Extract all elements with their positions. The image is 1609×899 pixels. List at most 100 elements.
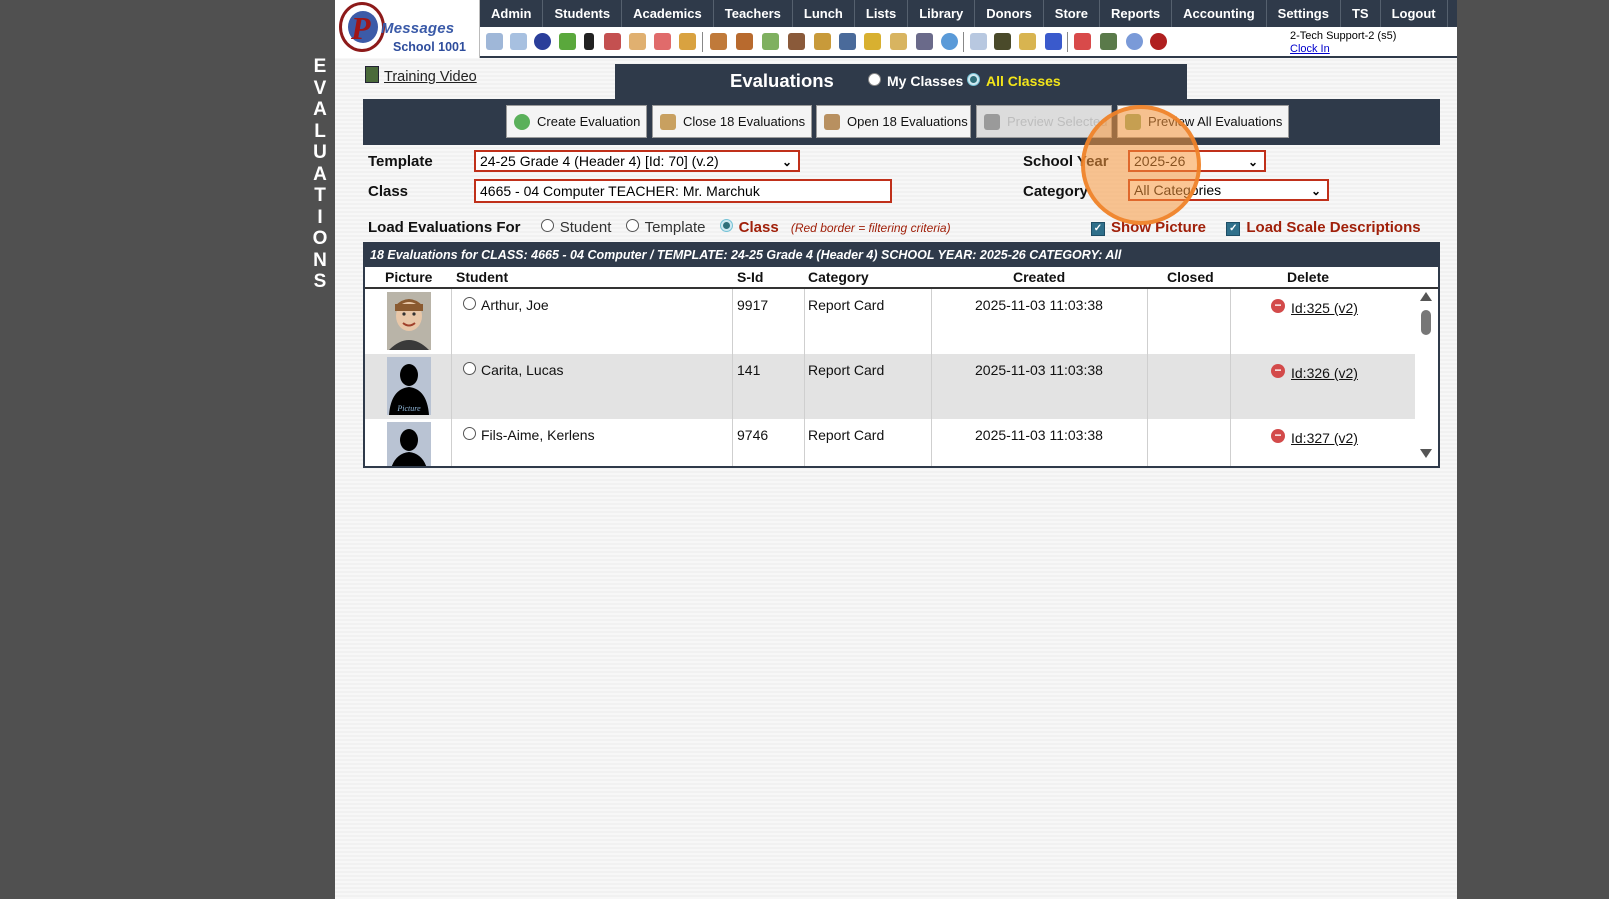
main-nav: Admin Students Academics Teachers Lunch … <box>480 0 1457 27</box>
load-scale-checkbox[interactable]: ✓ <box>1226 222 1241 236</box>
preview-selected-button[interactable]: Preview Selected <box>976 105 1112 138</box>
nav-lunch[interactable]: Lunch <box>793 0 855 27</box>
nav-academics[interactable]: Academics <box>622 0 714 27</box>
nav-admin[interactable]: Admin <box>480 0 544 27</box>
grid-icon[interactable] <box>510 33 527 50</box>
nav-ts[interactable]: TS <box>1341 0 1381 27</box>
power-icon[interactable] <box>1150 33 1167 50</box>
preview-all-button[interactable]: Preview All Evaluations <box>1117 105 1289 138</box>
delete-icon[interactable]: − <box>1271 429 1285 443</box>
class-select[interactable]: 4665 - 04 Computer TEACHER: Mr. Marchuk <box>474 179 892 203</box>
show-picture-checkbox[interactable]: ✓ <box>1091 222 1105 236</box>
at-icon[interactable] <box>534 33 551 50</box>
template-radio[interactable] <box>625 219 639 232</box>
side-letter: O <box>312 228 328 249</box>
card-icon[interactable] <box>994 33 1011 50</box>
toolbar-divider <box>963 32 964 52</box>
side-letter: U <box>313 142 327 163</box>
student-name-cell: Carita, Lucas <box>463 362 563 378</box>
school-year-select[interactable]: 2025-26 ⌄ <box>1128 150 1266 172</box>
all-classes-radio[interactable] <box>967 73 980 86</box>
template-label: Template <box>368 153 433 170</box>
chevron-down-icon: ⌄ <box>1247 155 1258 169</box>
nav-teachers[interactable]: Teachers <box>714 0 793 27</box>
toolbar-divider <box>1067 32 1068 52</box>
table-row[interactable]: Fils-Aime, Kerlens 9746 Report Card 2025… <box>365 419 1415 466</box>
search-icon[interactable] <box>486 33 503 50</box>
training-video-link[interactable]: Training Video <box>365 66 477 85</box>
row-select-radio[interactable] <box>463 427 476 440</box>
delete-icon[interactable]: − <box>1271 299 1285 313</box>
col-created: Created <box>1013 269 1066 285</box>
scroll-thumb[interactable] <box>1421 310 1431 335</box>
cash-icon[interactable] <box>1100 33 1117 50</box>
calendar-icon[interactable] <box>654 33 671 50</box>
student-photo-placeholder: Picture <box>387 357 431 415</box>
clock-in-link[interactable]: Clock In <box>1290 43 1396 56</box>
chat-icon[interactable] <box>559 33 576 50</box>
student-radio[interactable] <box>540 219 554 232</box>
class-radio[interactable] <box>719 219 733 232</box>
speaker-icon[interactable] <box>604 33 621 50</box>
side-letter: S <box>313 271 327 292</box>
student-icon[interactable] <box>736 33 753 50</box>
nav-accounting[interactable]: Accounting <box>1172 0 1267 27</box>
template-select[interactable]: 24-25 Grade 4 (Header 4) [Id: 70] (v.2) ⌄ <box>474 150 800 172</box>
nav-logout[interactable]: Logout <box>1381 0 1448 27</box>
table-row[interactable]: Picture Carita, Lucas 141 Report Card 20… <box>365 354 1415 419</box>
all-classes-option[interactable]: All Classes <box>967 73 1061 89</box>
close-evaluations-button[interactable]: Close 18 Evaluations <box>652 105 812 138</box>
scroll-up-arrow-icon[interactable] <box>1420 292 1432 301</box>
delete-cell: − Id:327 (v2) <box>1271 429 1358 446</box>
open-evaluations-button[interactable]: Open 18 Evaluations <box>816 105 971 138</box>
nav-library[interactable]: Library <box>908 0 976 27</box>
person-icon[interactable] <box>916 33 933 50</box>
pdf-icon[interactable] <box>1074 33 1091 50</box>
form-icon[interactable] <box>629 33 646 50</box>
app-logo[interactable]: P Messages School 1001 <box>335 0 480 58</box>
printer-icon[interactable] <box>1019 33 1036 50</box>
my-classes-radio[interactable] <box>868 73 881 86</box>
export-icon[interactable] <box>890 33 907 50</box>
display-options: ✓ Show Picture ✓ Load Scale Descriptions <box>1091 219 1421 236</box>
nav-donors[interactable]: Donors <box>975 0 1044 27</box>
category-label: Category <box>1023 183 1089 200</box>
group-icon[interactable] <box>788 33 805 50</box>
delete-link[interactable]: Id:325 (v2) <box>1291 300 1358 316</box>
logo-mark: P <box>339 2 385 52</box>
filter-note: (Red border = filtering criteria) <box>790 221 951 235</box>
nav-lists[interactable]: Lists <box>855 0 909 27</box>
row-select-radio[interactable] <box>463 362 476 375</box>
teacher-icon[interactable] <box>710 33 727 50</box>
delete-link[interactable]: Id:327 (v2) <box>1291 430 1358 446</box>
student-option-label: Student <box>559 219 612 236</box>
load-evaluations-for: Load Evaluations For Student Template Cl… <box>368 219 951 236</box>
col-delete: Delete <box>1287 269 1330 285</box>
nav-settings[interactable]: Settings <box>1267 0 1341 27</box>
row-select-radio[interactable] <box>463 297 476 310</box>
nav-students[interactable]: Students <box>543 0 623 27</box>
delete-icon[interactable]: − <box>1271 364 1285 378</box>
phone-icon[interactable] <box>584 33 594 50</box>
nav-reports[interactable]: Reports <box>1100 0 1173 27</box>
col-sid: S-Id <box>737 269 764 285</box>
side-letter: L <box>314 120 326 142</box>
my-classes-option[interactable]: My Classes <box>868 73 963 89</box>
scroll-down-arrow-icon[interactable] <box>1420 449 1432 458</box>
book-icon[interactable] <box>839 33 856 50</box>
money-icon[interactable] <box>762 33 779 50</box>
nav-store[interactable]: Store <box>1044 0 1101 27</box>
help-icon[interactable] <box>1126 33 1143 50</box>
lunch-icon[interactable] <box>814 33 831 50</box>
category-select[interactable]: All Categories ⌄ <box>1128 179 1329 201</box>
create-evaluation-button[interactable]: Create Evaluation <box>506 105 647 138</box>
bell-icon[interactable] <box>864 33 881 50</box>
load-for-label: Load Evaluations For <box>368 219 521 236</box>
megaphone-icon[interactable] <box>679 33 696 50</box>
table-scrollbar[interactable] <box>1418 288 1434 466</box>
ap-icon[interactable] <box>1045 33 1062 50</box>
clock-icon[interactable] <box>941 33 958 50</box>
table-row[interactable]: Arthur, Joe 9917 Report Card 2025-11-03 … <box>365 289 1415 354</box>
delete-link[interactable]: Id:326 (v2) <box>1291 365 1358 381</box>
table-icon[interactable] <box>970 33 987 50</box>
